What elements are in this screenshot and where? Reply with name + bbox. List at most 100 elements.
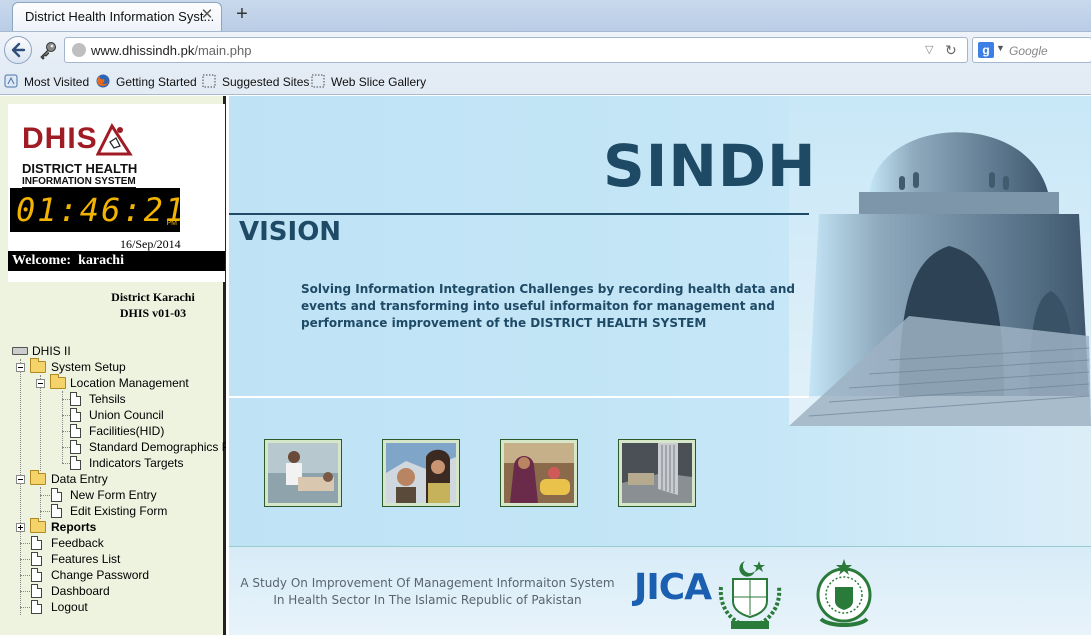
logo-triangle-icon (96, 122, 133, 156)
footer: A Study On Improvement Of Management Inf… (229, 546, 1091, 635)
tree-item-location-management[interactable]: Location Management (36, 374, 226, 391)
page-icon (70, 440, 81, 454)
bookmark-label: Getting Started (116, 75, 197, 89)
tree-item-union-council[interactable]: Union Council (70, 407, 226, 423)
tree-label: Dashboard (51, 584, 110, 598)
reload-icon[interactable]: ↻ (945, 42, 959, 58)
page-icon (31, 584, 42, 598)
thumbnail-building[interactable] (618, 439, 696, 507)
children-photo (386, 443, 456, 503)
tree-item-change-password[interactable]: Change Password (31, 567, 211, 583)
tree-label: Union Council (89, 408, 164, 422)
thumbnail-doctor[interactable] (264, 439, 342, 507)
tree-item-standard-demographics[interactable]: Standard Demographics P (70, 439, 226, 455)
tree-label: DHIS II (32, 344, 71, 358)
collapse-icon[interactable] (36, 379, 45, 388)
page-icon (51, 504, 62, 518)
logo-line2: INFORMATION SYSTEM (22, 176, 136, 188)
back-button[interactable] (4, 36, 32, 64)
tree-label: Facilities(HID) (89, 424, 165, 438)
url-domain: www.dhissindh.pk (91, 43, 195, 58)
welcome-text: Welcome: karachi (12, 253, 124, 268)
tree-connector (20, 575, 30, 576)
tree-item-logout[interactable]: Logout (31, 599, 211, 615)
tree-item-facilities[interactable]: Facilities(HID) (70, 423, 226, 439)
tree-label: Reports (51, 520, 97, 534)
tree-connector (40, 511, 50, 512)
thumbnail-children[interactable] (382, 439, 460, 507)
tab-title: District Health Information Syst... (25, 9, 215, 24)
tree-item-tehsils[interactable]: Tehsils (70, 391, 226, 407)
dropdown-triangle-icon[interactable]: ▽ (925, 43, 939, 57)
url-path: /main.php (194, 43, 252, 58)
key-icon[interactable] (38, 40, 58, 60)
tab-close-icon[interactable]: ✕ (199, 7, 215, 23)
tree-label: Features List (51, 552, 121, 566)
tree-item-edit-existing-form[interactable]: Edit Existing Form (51, 503, 221, 519)
tree-connector (20, 359, 21, 615)
page-icon (70, 424, 81, 438)
url-text[interactable]: www.dhissindh.pk/main.php (91, 43, 251, 58)
tree-label: System Setup (51, 360, 126, 374)
open-folder-icon (30, 358, 46, 373)
tree-item-reports[interactable]: Reports (16, 518, 216, 535)
expand-icon[interactable] (16, 523, 25, 532)
tree-label: Location Management (70, 376, 189, 390)
vision-banner: SINDH VISION Solving Information Integra… (229, 96, 1091, 546)
caption-line2: In Health Sector In The Islamic Republic… (273, 593, 582, 607)
tree-item-data-entry[interactable]: Data Entry (16, 470, 216, 487)
search-bar[interactable]: g ▼ Google (972, 37, 1091, 63)
tree-item-dashboard[interactable]: Dashboard (31, 583, 211, 599)
jica-logo: JICA (634, 567, 712, 608)
clock-time: 01:46:21 (16, 191, 187, 229)
tree-label: Logout (51, 600, 88, 614)
most-visited-icon (4, 74, 18, 88)
main-content-frame: SINDH VISION Solving Information Integra… (229, 96, 1091, 635)
page-icon (70, 392, 81, 406)
thumbnail-women[interactable] (500, 439, 578, 507)
page-icon (31, 568, 42, 582)
collapse-icon[interactable] (16, 363, 25, 372)
computer-icon (12, 347, 28, 355)
pakistan-emblem-icon (718, 561, 782, 630)
page-icon (31, 600, 42, 614)
tab-bar: District Health Information Syst... ✕ + (0, 0, 1091, 31)
search-engine-dropdown-icon[interactable]: ▼ (996, 43, 1005, 53)
bookmark-web-slice-gallery[interactable]: Web Slice Gallery (311, 73, 426, 91)
bookmarks-bar: Most Visited Getting Started Suggested S… (0, 67, 1091, 95)
bookmark-suggested-sites[interactable]: Suggested Sites (202, 73, 309, 91)
heading-divider (229, 213, 809, 215)
page-dotted-icon (202, 74, 216, 88)
browser-tab[interactable]: District Health Information Syst... ✕ (12, 2, 222, 31)
page-icon (70, 456, 81, 470)
bookmark-most-visited[interactable]: Most Visited (4, 73, 94, 91)
page-dotted-icon (311, 74, 325, 88)
new-tab-button[interactable]: + (232, 4, 252, 24)
search-placeholder: Google (1009, 44, 1048, 58)
page-icon (31, 552, 42, 566)
navigation-tree: DHIS II System Setup Location Management… (0, 343, 226, 623)
page-icon (31, 536, 42, 550)
district-info: District Karachi DHIS v01-03 (0, 289, 226, 321)
collapse-icon[interactable] (16, 475, 25, 484)
navigation-bar: www.dhissindh.pk/main.php ▽ ↻ g ▼ Google (0, 31, 1091, 67)
tree-label: New Form Entry (70, 488, 157, 502)
tree-item-system-setup[interactable]: System Setup (16, 358, 216, 375)
tree-connector (62, 399, 70, 400)
folder-icon (30, 518, 46, 533)
tree-label: Feedback (51, 536, 104, 550)
address-bar[interactable]: www.dhissindh.pk/main.php ▽ ↻ (64, 37, 968, 63)
tree-item-indicators-targets[interactable]: Indicators Targets (70, 455, 226, 471)
tree-connector (62, 391, 63, 463)
left-navigation-frame: DHIS DISTRICT HEALTH INFORMATION SYSTEM … (0, 96, 226, 635)
tree-label: Indicators Targets (89, 456, 184, 470)
bookmark-getting-started[interactable]: Getting Started (96, 73, 200, 91)
tree-item-feedback[interactable]: Feedback (31, 535, 211, 551)
tree-connector (20, 607, 30, 608)
tree-item-features-list[interactable]: Features List (31, 551, 211, 567)
tree-root[interactable]: DHIS II (12, 343, 212, 359)
google-icon[interactable]: g (978, 42, 994, 58)
tree-item-new-form-entry[interactable]: New Form Entry (51, 487, 221, 503)
firefox-icon (96, 74, 110, 88)
caption-line1: A Study On Improvement Of Management Inf… (240, 576, 615, 590)
